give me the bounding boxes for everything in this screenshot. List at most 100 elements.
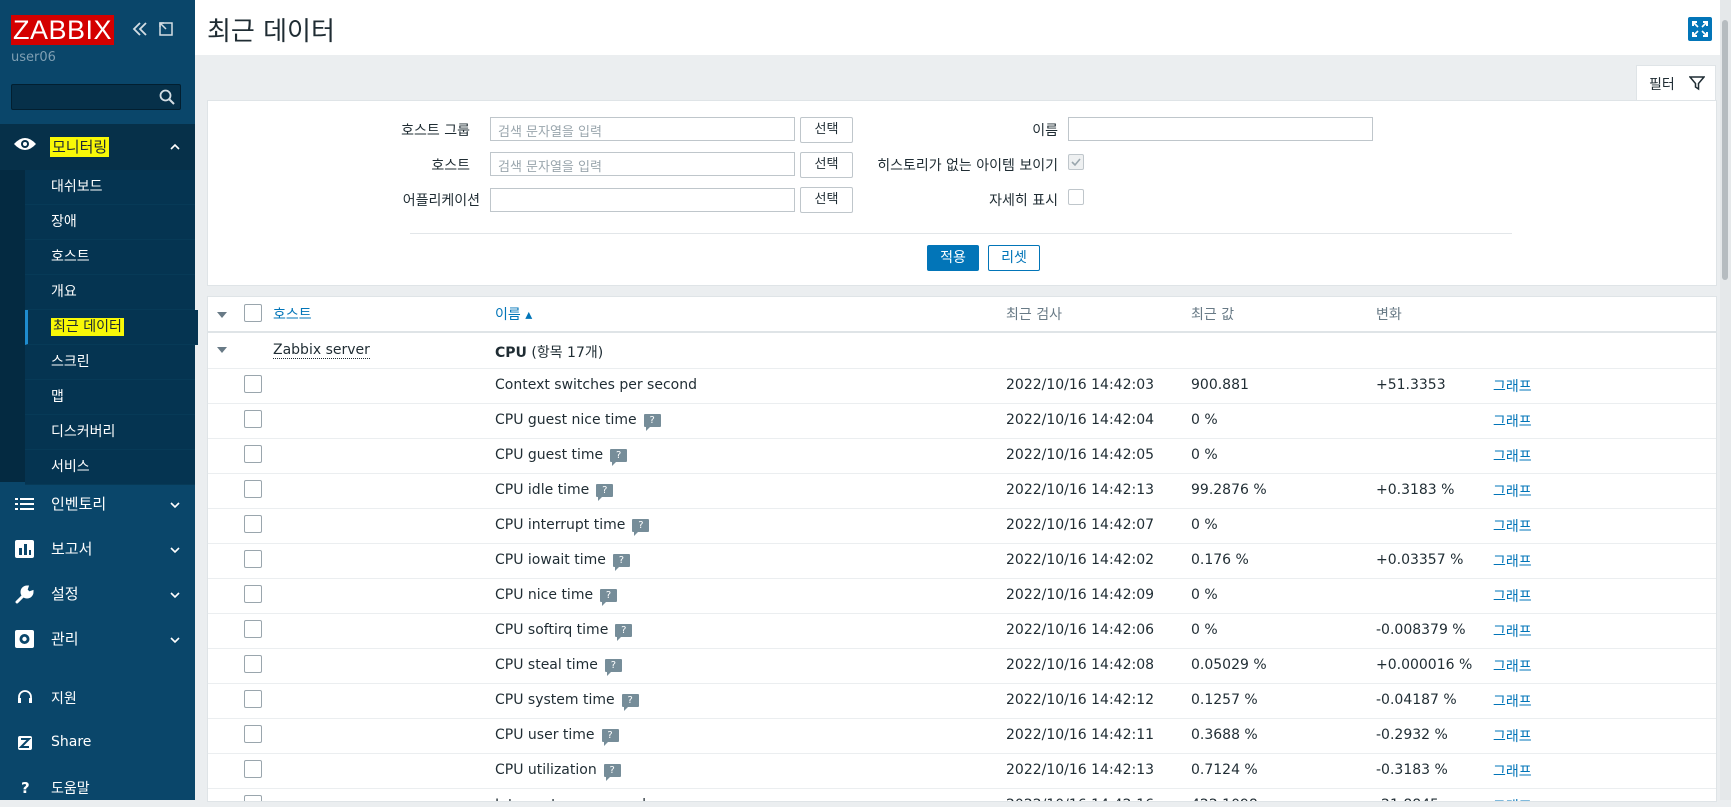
last-check-cell: 2022/10/16 14:42:02 [1006,552,1155,568]
item-name: CPU idle time [495,482,590,498]
row-checkbox[interactable] [244,515,262,533]
fullscreen-button[interactable] [1688,17,1712,41]
help-icon[interactable]: ? [603,764,621,781]
last-value-cell: 0.05029 % [1191,657,1267,673]
help-icon[interactable]: ? [621,694,639,711]
graph-link[interactable]: 그래프 [1493,691,1532,711]
column-last-value: 최근 값 [1191,307,1235,323]
collapse-group-icon[interactable] [217,347,227,353]
sidebar-item-maps[interactable]: 맵 [25,380,195,415]
hide-sidebar-icon[interactable] [158,21,174,37]
change-cell: -0.04187 % [1376,692,1457,708]
menu-administration[interactable]: 관리 [0,617,195,661]
change-cell: -0.2932 % [1376,727,1448,743]
sidebar-item-hosts[interactable]: 호스트 [25,240,195,275]
apply-button[interactable]: 적용 [927,245,979,271]
select-all-checkbox[interactable] [244,304,262,322]
row-checkbox[interactable] [244,725,262,743]
menu-share[interactable]: Share [0,723,195,763]
menu-help[interactable]: ? 도움말 [0,767,195,807]
help-icon[interactable]: ? [596,484,614,501]
graph-link[interactable]: 그래프 [1493,376,1532,396]
graph-link[interactable]: 그래프 [1493,551,1532,571]
host-group-placeholder: 검색 문자열을 입력 [498,125,602,140]
row-checkbox[interactable] [244,480,262,498]
host-group-select-button[interactable]: 선택 [800,117,853,143]
sidebar-item-problems[interactable]: 장애 [25,205,195,240]
gear-icon [15,630,34,648]
sidebar-item-screens[interactable]: 스크린 [25,345,195,380]
host-group-input[interactable]: 검색 문자열을 입력 [490,117,795,141]
sidebar-item-discovery[interactable]: 디스커버리 [25,415,195,450]
host-input[interactable]: 검색 문자열을 입력 [490,152,795,176]
menu-inventory[interactable]: 인벤토리 [0,482,195,526]
sidebar-item-latest-data[interactable]: 최근 데이터 [25,310,198,345]
application-select-button[interactable]: 선택 [800,187,853,213]
last-check-cell: 2022/10/16 14:42:05 [1006,447,1155,463]
row-checkbox[interactable] [244,620,262,638]
row-checkbox[interactable] [244,410,262,428]
group-host[interactable]: Zabbix server [273,342,370,359]
menu-reports[interactable]: 보고서 [0,527,195,571]
reset-button[interactable]: 리셋 [988,245,1040,271]
name-input[interactable] [1068,117,1373,141]
column-host[interactable]: 호스트 [273,304,312,324]
table-row: CPU steal time? 2022/10/16 14:42:08 0.0502… [208,648,1716,684]
last-value-cell: 0.1257 % [1191,692,1258,708]
column-change: 변화 [1376,307,1402,323]
menu-configuration[interactable]: 설정 [0,572,195,616]
row-checkbox[interactable] [244,375,262,393]
graph-link[interactable]: 그래프 [1493,481,1532,501]
collapse-sidebar-icon[interactable] [131,20,149,38]
table-row: CPU guest time? 2022/10/16 14:42:05 0 % 그래프 [208,438,1716,474]
row-checkbox[interactable] [244,760,262,778]
graph-link[interactable]: 그래프 [1493,411,1532,431]
help-icon[interactable]: ? [632,519,650,536]
sidebar-item-dashboard[interactable]: 대쉬보드 [25,170,195,205]
graph-link[interactable]: 그래프 [1493,796,1532,801]
zabbix-logo[interactable]: ZABBIX [11,15,114,45]
search-icon[interactable] [158,88,176,106]
item-name: CPU interrupt time [495,517,626,533]
graph-link[interactable]: 그래프 [1493,726,1532,746]
column-last-check: 최근 검사 [1006,307,1062,323]
collapse-all-icon[interactable] [217,312,227,318]
help-icon[interactable]: ? [604,659,622,676]
filter-tab-label: 필터 [1649,77,1675,93]
graph-link[interactable]: 그래프 [1493,586,1532,606]
graph-link[interactable]: 그래프 [1493,656,1532,676]
menu-help-label: 도움말 [51,781,90,797]
menu-support[interactable]: 지원 [0,677,195,717]
page-scrollbar-thumb[interactable] [1722,20,1728,280]
help-icon[interactable]: ? [601,729,619,746]
item-name: CPU guest nice time [495,412,637,428]
graph-link[interactable]: 그래프 [1493,516,1532,536]
application-input[interactable] [490,188,795,212]
graph-link[interactable]: 그래프 [1493,446,1532,466]
row-checkbox[interactable] [244,445,262,463]
row-checkbox[interactable] [244,655,262,673]
row-checkbox[interactable] [244,550,262,568]
help-icon[interactable]: ? [600,589,618,606]
row-checkbox[interactable] [244,585,262,603]
last-value-cell: 0 % [1191,622,1218,638]
row-checkbox[interactable] [244,795,262,801]
help-icon[interactable]: ? [615,624,633,641]
show-details-checkbox[interactable] [1068,189,1084,205]
row-checkbox[interactable] [244,690,262,708]
host-select-button[interactable]: 선택 [800,152,853,178]
sidebar-item-overview[interactable]: 개요 [25,275,195,310]
graph-link[interactable]: 그래프 [1493,761,1532,781]
column-name[interactable]: 이름 ▴ [495,304,532,324]
help-icon[interactable]: ? [610,449,628,466]
sidebar-item-label: 개요 [51,284,77,300]
host-name-link[interactable]: Zabbix server [273,342,370,359]
show-without-history-checkbox[interactable] [1068,154,1084,170]
page-title: 최근 데이터 [207,17,335,47]
graph-link[interactable]: 그래프 [1493,621,1532,641]
filter-tab[interactable]: 필터 [1636,65,1716,102]
sidebar-item-services[interactable]: 서비스 [25,450,195,485]
sidebar-search-input[interactable] [11,84,181,110]
help-icon[interactable]: ? [612,554,630,571]
help-icon[interactable]: ? [643,414,661,431]
